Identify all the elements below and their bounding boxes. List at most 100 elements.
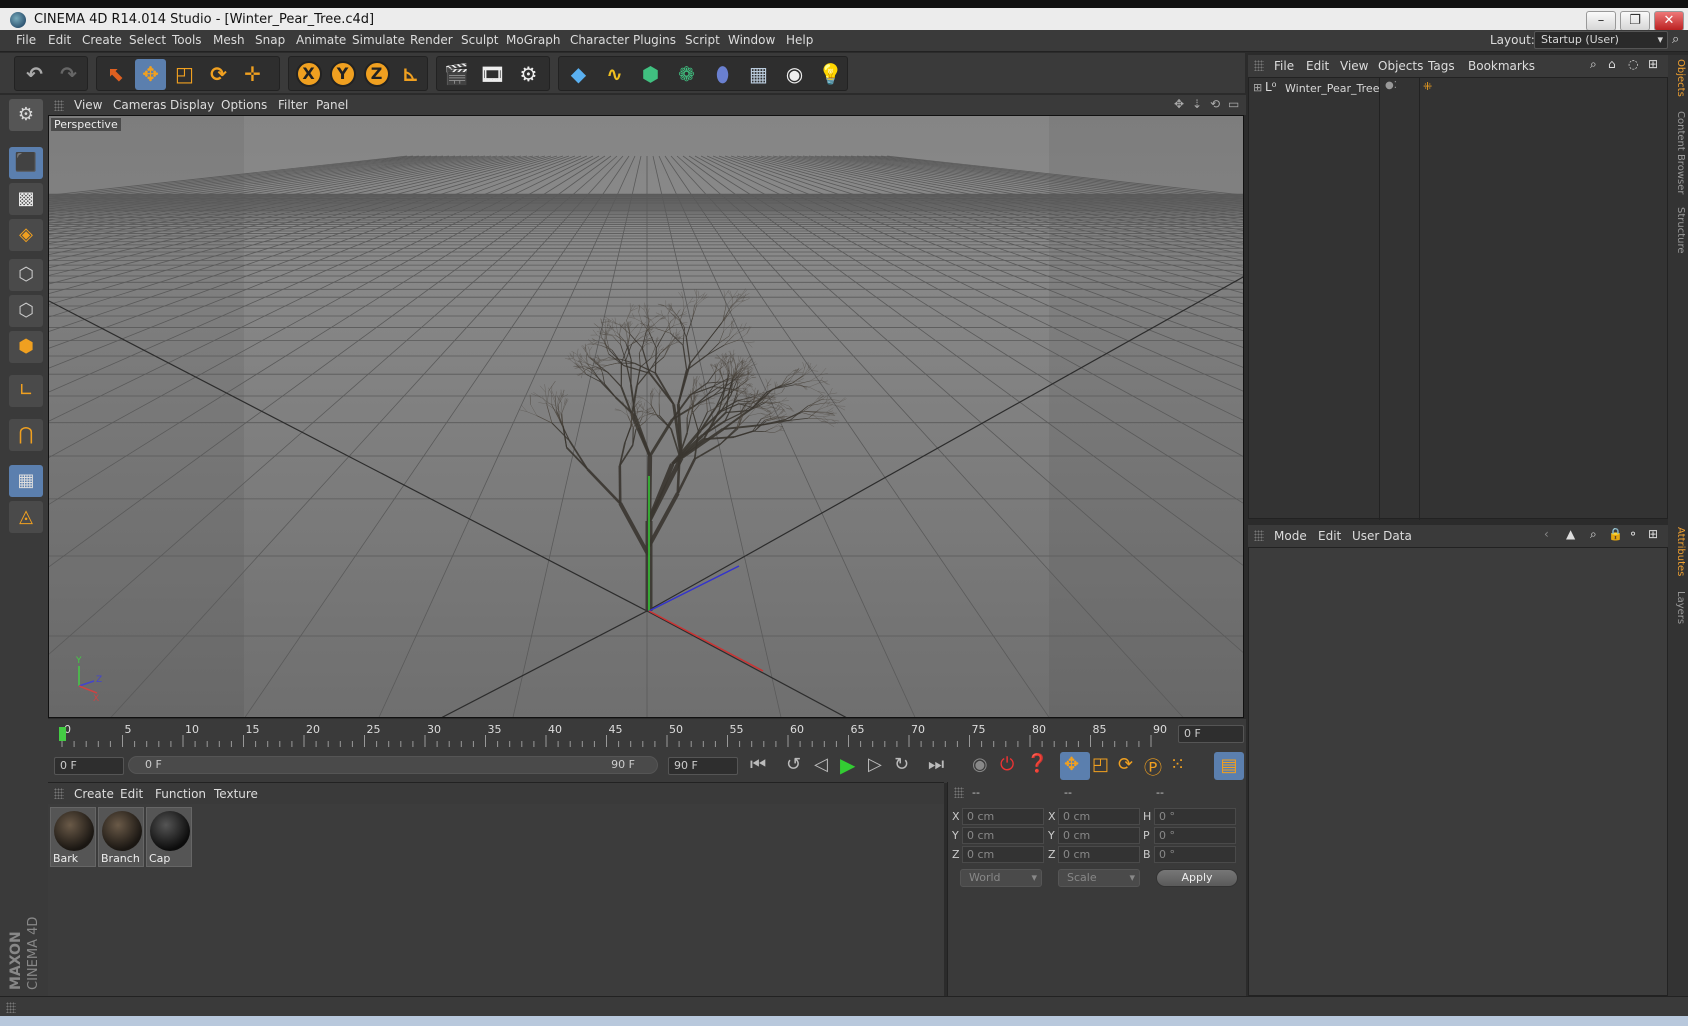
menu-snap[interactable]: Snap — [255, 33, 285, 47]
scale-tool-icon[interactable]: ◰ — [169, 59, 200, 90]
panel-grip[interactable] — [54, 100, 64, 111]
timeline-toggle-icon[interactable]: ▤ — [1214, 752, 1244, 780]
menu-mograph[interactable]: MoGraph — [506, 33, 561, 47]
menu-script[interactable]: Script — [685, 33, 720, 47]
menu-create[interactable]: Create — [82, 33, 122, 47]
timeline-ruler[interactable]: 0 5 10 15 20 25 30 35 40 45 50 55 60 65 70 75 80 85 90 0 F — [48, 719, 1246, 749]
rotation-key-icon[interactable]: ⟳ — [1118, 754, 1133, 775]
point-level-key-icon[interactable]: ⁙ — [1170, 754, 1185, 775]
material-menu-texture[interactable]: Texture — [214, 787, 258, 801]
render-picture-viewer-icon[interactable]: 🎞 — [477, 59, 508, 90]
viewport-menu-filter[interactable]: Filter — [278, 98, 308, 112]
search-icon[interactable]: ⌕ — [1672, 32, 1679, 47]
previous-key-icon[interactable]: ↺ — [786, 754, 801, 775]
parameter-key-icon[interactable]: Ⓟ — [1144, 754, 1162, 780]
apply-button[interactable]: Apply — [1156, 869, 1238, 887]
menu-mesh[interactable]: Mesh — [213, 33, 245, 47]
menu-render[interactable]: Render — [410, 33, 453, 47]
tab-structure[interactable]: Structure — [1670, 207, 1686, 254]
material-bark[interactable]: Bark — [50, 807, 96, 867]
orbit-icon[interactable]: ⟲ — [1210, 97, 1220, 111]
make-editable-icon[interactable]: ⚙ — [9, 99, 43, 131]
pos-x-field[interactable]: 0 cm — [962, 808, 1044, 825]
new-panel-icon[interactable]: ⊞ — [1648, 527, 1658, 541]
object-menu-bookmarks[interactable]: Bookmarks — [1468, 59, 1535, 73]
y-axis-lock-icon[interactable]: Y — [329, 61, 356, 87]
pos-z-field[interactable]: 0 cm — [962, 846, 1044, 863]
select-arrow-icon[interactable]: ⬉ — [101, 59, 132, 90]
menu-sculpt[interactable]: Sculpt — [461, 33, 498, 47]
maximize-view-icon[interactable]: ▭ — [1228, 97, 1239, 111]
z-axis-lock-icon[interactable]: Z — [363, 61, 390, 87]
menu-file[interactable]: File — [16, 33, 36, 47]
material-cap[interactable]: Cap — [146, 807, 192, 867]
locked-workplane-icon[interactable]: ▦ — [9, 465, 43, 497]
next-key-icon[interactable]: ↻ — [894, 754, 909, 775]
position-key-icon[interactable]: ✥ — [1064, 754, 1079, 775]
undo-icon[interactable]: ↶ — [19, 59, 50, 90]
dolly-icon[interactable]: ⇣ — [1192, 97, 1202, 111]
play-icon[interactable]: ▶ — [840, 753, 855, 777]
cursor-icon[interactable]: ▲ — [1566, 527, 1575, 541]
render-view-icon[interactable]: 🎬 — [441, 59, 472, 90]
object-menu-edit[interactable]: Edit — [1306, 59, 1329, 73]
go-to-end-icon[interactable]: ⏭ — [928, 754, 944, 775]
redo-icon[interactable]: ↷ — [53, 59, 84, 90]
polygons-mode-icon[interactable]: ⬢ — [9, 331, 43, 363]
panel-grip[interactable] — [1254, 530, 1264, 541]
texture-mode-icon[interactable]: ▩ — [9, 183, 43, 215]
light-icon[interactable]: 💡 — [815, 59, 846, 90]
attr-menu-mode[interactable]: Mode — [1274, 529, 1307, 543]
size-z-field[interactable]: 0 cm — [1058, 846, 1140, 863]
3d-viewport[interactable]: Y Z X Perspective — [48, 115, 1244, 718]
lock-icon[interactable]: 🔒 — [1608, 527, 1623, 541]
coord-mode-dropdown[interactable]: Scale ▾ — [1058, 869, 1140, 887]
snap-magnet-icon[interactable]: ⋂ — [9, 419, 43, 451]
tab-content-browser[interactable]: Content Browser — [1670, 111, 1686, 194]
link-icon[interactable]: ⚬ — [1628, 527, 1638, 541]
pos-y-field[interactable]: 0 cm — [962, 827, 1044, 844]
menu-character[interactable]: Character — [570, 33, 629, 47]
object-menu-view[interactable]: View — [1340, 59, 1368, 73]
z-axis-handle[interactable] — [648, 565, 740, 612]
viewport-menu-options[interactable]: Options — [221, 98, 267, 112]
floor-icon[interactable]: ▦ — [743, 59, 774, 90]
visibility-dots-icon[interactable]: ●⁚ — [1385, 80, 1397, 91]
material-menu-function[interactable]: Function — [155, 787, 206, 801]
object-menu-objects[interactable]: Objects — [1378, 59, 1423, 73]
render-settings-icon[interactable]: ⚙ — [513, 59, 544, 90]
tab-objects[interactable]: Objects — [1670, 59, 1686, 97]
object-menu-tags[interactable]: Tags — [1428, 59, 1455, 73]
object-menu-file[interactable]: File — [1274, 59, 1294, 73]
home-icon[interactable]: ⌂ — [1608, 57, 1616, 71]
record-keys-icon[interactable]: ◉ — [972, 754, 988, 775]
menu-plugins[interactable]: Plugins — [633, 33, 676, 47]
object-row[interactable]: ⊞ L⁰ Winter_Pear_Tree ●⁚ ⁜ — [1249, 80, 1667, 98]
next-frame-icon[interactable]: ▷ — [868, 754, 882, 775]
current-frame-field[interactable]: 0 F — [1178, 725, 1244, 743]
layout-dropdown[interactable]: Startup (User) ▾ — [1534, 31, 1668, 49]
rotate-tool-icon[interactable]: ⟳ — [203, 59, 234, 90]
tab-layers[interactable]: Layers — [1670, 591, 1686, 624]
close-button[interactable]: ✕ — [1654, 11, 1684, 31]
viewport-menu-view[interactable]: View — [74, 98, 102, 112]
edges-mode-icon[interactable]: ⬡ — [9, 295, 43, 327]
camera-icon[interactable]: ◉ — [779, 59, 810, 90]
coordinate-system-icon[interactable]: ⊾ — [395, 59, 426, 90]
cube-icon[interactable]: ◆ — [563, 59, 594, 90]
scale-key-icon[interactable]: ◰ — [1092, 754, 1109, 775]
autokey-icon[interactable]: ⏻ — [1000, 754, 1014, 775]
size-x-field[interactable]: 0 cm — [1058, 808, 1140, 825]
minimize-button[interactable]: – — [1586, 11, 1616, 31]
search-icon[interactable]: ⌕ — [1590, 527, 1597, 542]
spline-icon[interactable]: ∿ — [599, 59, 630, 90]
subdivision-icon[interactable]: ⬢ — [635, 59, 666, 90]
menu-window[interactable]: Window — [728, 33, 775, 47]
keyframe-selection-icon[interactable]: ❓ — [1026, 753, 1048, 774]
viewport-menu-cameras[interactable]: Cameras — [113, 98, 166, 112]
rot-h-field[interactable]: 0 ° — [1154, 808, 1236, 825]
tab-attributes[interactable]: Attributes — [1670, 527, 1686, 576]
expand-icon[interactable]: ⊞ — [1253, 81, 1262, 94]
workplane-icon[interactable]: ◈ — [9, 219, 43, 251]
new-panel-icon[interactable]: ⊞ — [1648, 57, 1658, 71]
